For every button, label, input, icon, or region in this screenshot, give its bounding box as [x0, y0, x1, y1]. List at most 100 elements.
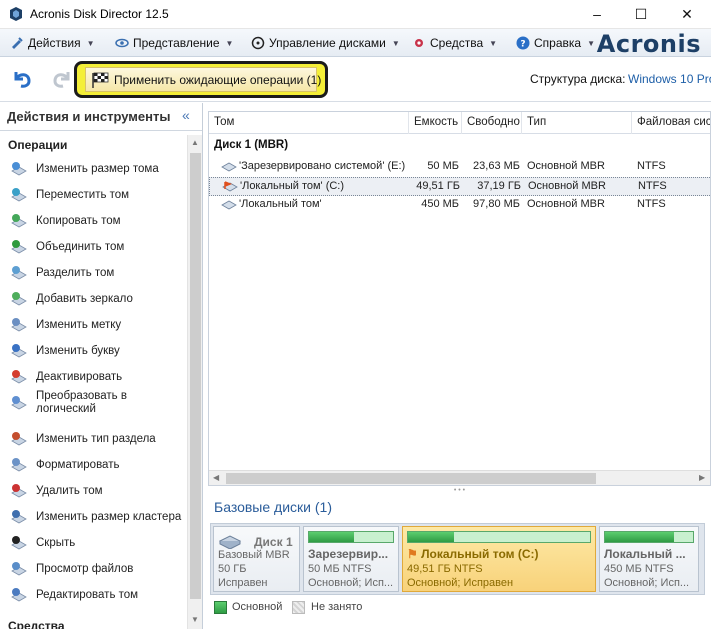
eye-icon	[115, 38, 129, 48]
partition-card-local[interactable]: Локальный ... 450 МБ NTFS Основной; Исп.…	[599, 526, 699, 592]
panel-header: Действия и инструменты «	[0, 103, 202, 131]
disk-structure-link[interactable]: Windows 10 Pro	[628, 72, 711, 86]
operation-deactivate[interactable]: Деактивировать	[10, 367, 186, 389]
operation-hide[interactable]: Скрыть	[10, 533, 186, 555]
partition-card-reserved[interactable]: Зарезервир... 50 МБ NTFS Основной; Исп..…	[303, 526, 399, 592]
menu-actions-label: Действия	[28, 36, 81, 50]
chevron-down-icon: ▼	[86, 39, 95, 48]
operation-convert[interactable]: Преобразовать в логический	[10, 390, 186, 415]
menu-disk-management-label: Управление дисками	[269, 36, 386, 50]
operation-letter[interactable]: Изменить букву	[10, 341, 186, 363]
help-icon: ?	[516, 36, 530, 50]
scroll-left-icon[interactable]: ◀	[213, 473, 219, 482]
close-button[interactable]: ✕	[664, 0, 710, 29]
partition-usage-fill	[309, 532, 354, 542]
disk-map: Диск 1 Базовый MBR 50 ГБ Исправен Зарезе…	[210, 523, 705, 595]
svg-text:?: ?	[520, 40, 525, 50]
operation-label: Добавить зеркало	[36, 293, 133, 305]
undo-icon[interactable]	[10, 67, 34, 91]
label-icon	[11, 318, 27, 332]
hard-disk-icon	[218, 535, 242, 549]
main-panel: Том Емкость Свободно Тип Файловая систем…	[204, 103, 711, 629]
cell-capacity: 49,51 ГБ	[416, 180, 460, 192]
pane-splitter[interactable]: • • •	[208, 487, 711, 495]
operation-label: Объединить том	[36, 241, 125, 253]
menu-tools-label: Средства	[430, 36, 484, 50]
apply-pending-operations-button[interactable]: Применить ожидающие операции (1)	[74, 61, 328, 98]
cluster-icon	[11, 510, 27, 524]
column-header-free[interactable]: Свободно	[462, 112, 522, 134]
operation-label: Изменить тип раздела	[36, 433, 156, 445]
maximize-button[interactable]: ☐	[618, 0, 664, 29]
operation-label: Удалить том	[36, 485, 103, 497]
operation-edit[interactable]: Редактировать том	[10, 585, 186, 607]
disk-size: 50 ГБ	[218, 563, 247, 575]
disk-structure-label: Структура диска:	[530, 72, 626, 86]
partition-detail: 450 МБ NTFS	[604, 563, 674, 575]
operation-copy[interactable]: Копировать том	[10, 211, 186, 233]
menu-bar: Действия ▼ Представление ▼ Управление диск…	[0, 29, 711, 58]
resize-icon	[11, 162, 27, 176]
operation-delete[interactable]: Удалить том	[10, 481, 186, 503]
panel-title: Действия и инструменты	[7, 109, 171, 124]
column-header-filesystem[interactable]: Файловая система	[632, 112, 710, 134]
menu-actions[interactable]: Действия ▼	[10, 34, 95, 52]
table-row[interactable]: 'Локальный том' (C:) 49,51 ГБ 37,19 ГБ Осно…	[209, 177, 710, 196]
operation-split[interactable]: Разделить том	[10, 263, 186, 285]
collapse-panel-icon[interactable]: «	[182, 107, 190, 123]
column-header-type[interactable]: Тип	[522, 112, 632, 134]
mirror-icon	[11, 292, 27, 306]
acronis-app-icon	[10, 7, 22, 21]
apply-button-face: Применить ожидающие операции (1)	[85, 67, 321, 92]
unallocated-legend-swatch	[292, 601, 305, 614]
horizontal-scrollbar-thumb[interactable]	[226, 473, 596, 484]
partition-card-local-c[interactable]: ⚑ Локальный том (C:) 49,51 ГБ NTFS Основ…	[402, 526, 596, 592]
disk-management-icon	[251, 36, 265, 50]
table-row[interactable]: 'Локальный том' 450 МБ 97,80 МБ Основной MB…	[209, 196, 710, 215]
cell-type: Основной MBR	[528, 180, 606, 192]
scrollbar-thumb[interactable]	[190, 153, 201, 599]
cell-free: 97,80 МБ	[473, 198, 520, 210]
operation-browse[interactable]: Просмотр файлов	[10, 559, 186, 581]
actions-tools-panel: Действия и инструменты « Операции Измени…	[0, 103, 203, 629]
actions-icon	[12, 37, 23, 49]
partition-name-row: ⚑ Локальный том (C:)	[407, 547, 539, 561]
table-horizontal-scrollbar[interactable]: ◀ ▶	[209, 470, 710, 485]
column-header-volume[interactable]: Том	[209, 112, 409, 134]
minimize-button[interactable]: –	[574, 0, 620, 29]
operation-format[interactable]: Форматировать	[10, 455, 186, 477]
disk-name: Диск 1	[254, 535, 293, 549]
operation-partition-type[interactable]: Изменить тип раздела	[10, 429, 186, 451]
panel-vertical-scrollbar[interactable]: ▲ ▼	[187, 135, 202, 629]
chevron-down-icon: ▼	[225, 39, 234, 48]
scroll-right-icon[interactable]: ▶	[699, 473, 705, 482]
scroll-up-icon[interactable]: ▲	[191, 138, 199, 147]
operation-cluster[interactable]: Изменить размер кластера	[10, 507, 186, 529]
delete-icon	[11, 484, 27, 498]
scroll-down-icon[interactable]: ▼	[191, 615, 199, 624]
menu-view-label: Представление	[133, 36, 220, 50]
operation-mirror[interactable]: Добавить зеркало	[10, 289, 186, 311]
checkered-flag-icon	[92, 72, 109, 88]
menu-disk-management[interactable]: Управление дисками ▼	[251, 34, 400, 52]
letter-icon	[11, 344, 27, 358]
menu-tools[interactable]: Средства ▼	[412, 34, 497, 52]
partition-status: Основной; Исп...	[604, 577, 690, 589]
column-header-capacity[interactable]: Емкость	[409, 112, 462, 134]
operation-move[interactable]: Переместить том	[10, 185, 186, 207]
menu-view[interactable]: Представление ▼	[115, 34, 233, 52]
redo-icon[interactable]	[50, 67, 74, 91]
operation-label: Редактировать том	[36, 589, 139, 601]
table-row[interactable]: 'Зарезервировано системой' (E:) 50 МБ 23,6…	[209, 158, 710, 177]
operation-resize[interactable]: Изменить размер тома	[10, 159, 186, 181]
menu-help[interactable]: ? Справка ▼	[516, 34, 595, 52]
disk-1-card[interactable]: Диск 1 Базовый MBR 50 ГБ Исправен	[213, 526, 300, 592]
window-title: Acronis Disk Director 12.5	[30, 7, 169, 21]
partition-usage-bar	[604, 531, 694, 543]
operation-label[interactable]: Изменить метку	[10, 315, 186, 337]
pending-flag-icon: ⚑	[407, 547, 418, 561]
partition-status: Основной; Исп...	[308, 577, 394, 589]
chevron-down-icon: ▼	[587, 39, 595, 48]
operation-merge[interactable]: Объединить том	[10, 237, 186, 259]
partition-detail: 49,51 ГБ NTFS	[407, 563, 483, 575]
